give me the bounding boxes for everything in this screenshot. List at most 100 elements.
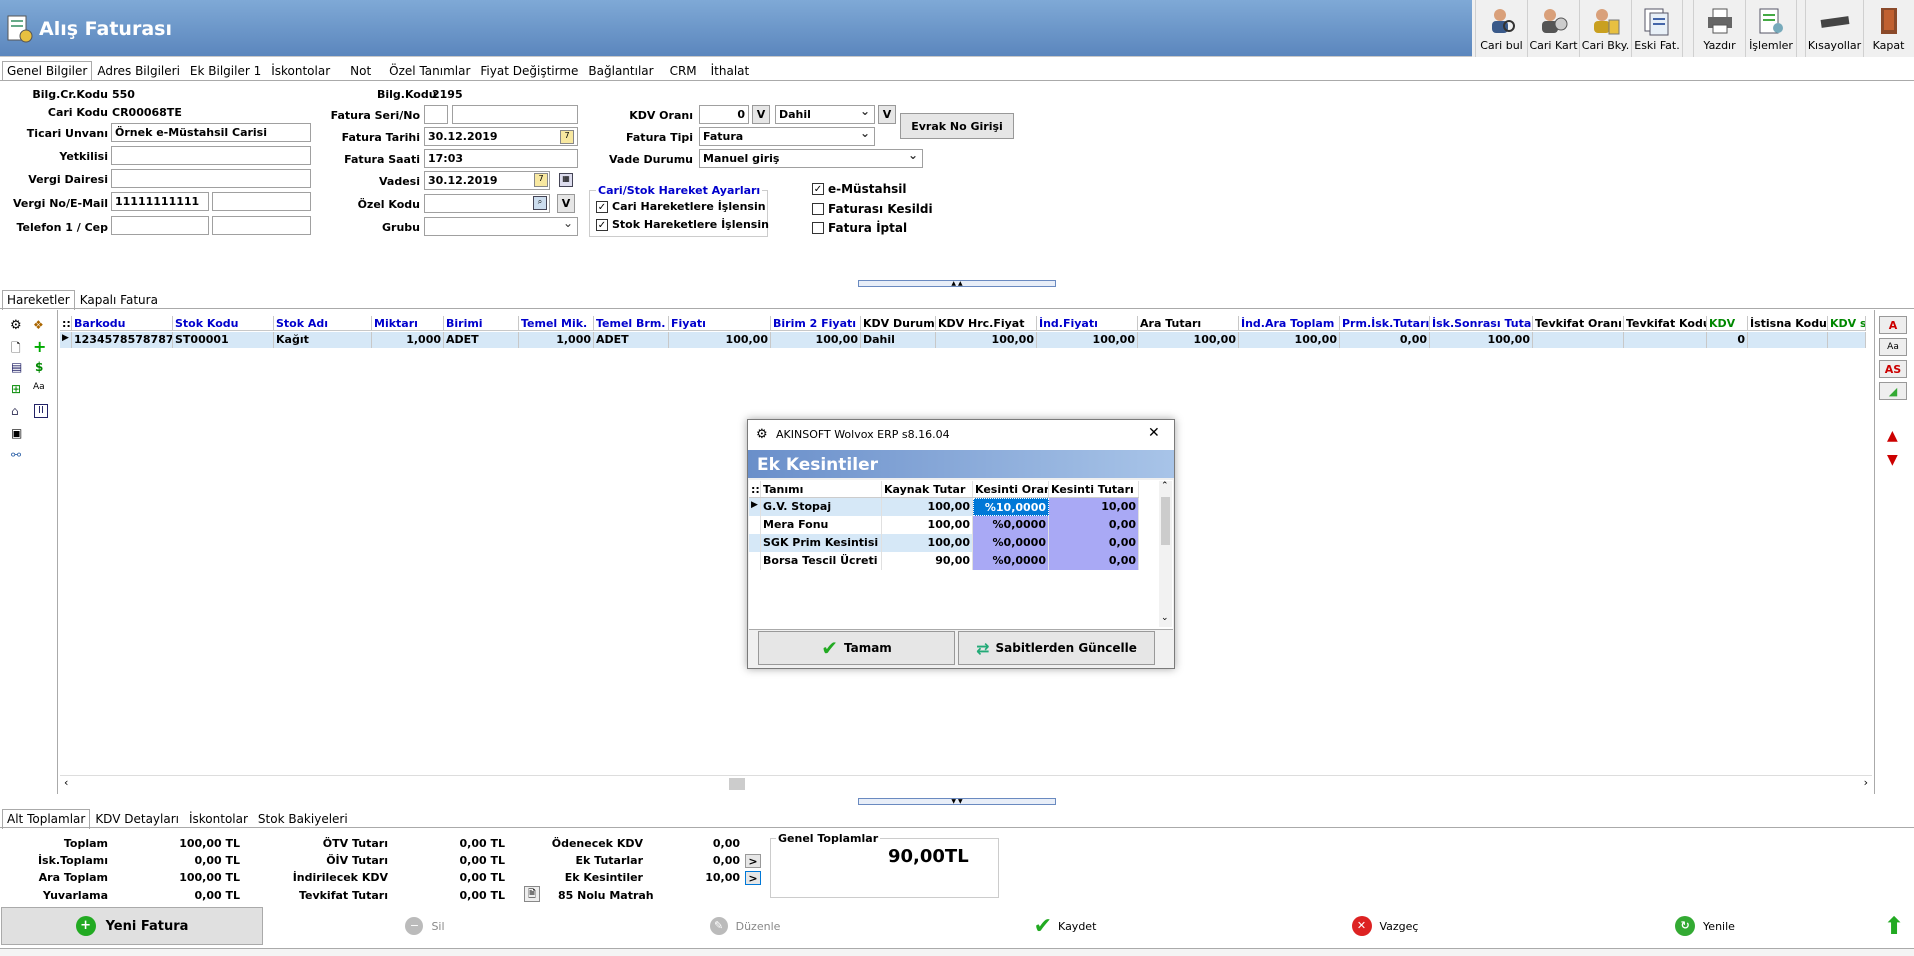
toolbar-cari-kart-button[interactable]: Cari Kart	[1527, 0, 1579, 57]
cell-ara-tutari[interactable]: 100,00	[1138, 332, 1239, 348]
col-kdv-siz[interactable]: KDV sız	[1828, 316, 1866, 331]
bank-icon[interactable]: ⌂	[11, 404, 25, 418]
tab-not[interactable]: Not	[345, 61, 376, 81]
email-input[interactable]	[212, 192, 311, 211]
tab-crm[interactable]: CRM	[665, 61, 702, 81]
cell-kesinti-orani[interactable]: %0,0000	[973, 516, 1049, 534]
network-icon[interactable]: ⚯	[11, 448, 25, 462]
vergi-no-input[interactable]: 11111111111	[111, 192, 209, 211]
cell-kdv-hrc-fiyat[interactable]: 100,00	[936, 332, 1037, 348]
table-row[interactable]: Mera Fonu 100,00 %0,0000 0,00	[749, 516, 1139, 534]
ek-tutarlar-button[interactable]: >	[745, 854, 761, 868]
col-isk-sonrasi-tutar[interactable]: İsk.Sonrası Tutar	[1430, 316, 1533, 331]
cell-kesinti-tutari[interactable]: 0,00	[1049, 516, 1139, 534]
cell-kaynak-tutar[interactable]: 100,00	[882, 498, 973, 516]
cell-kesinti-tutari[interactable]: 10,00	[1049, 498, 1139, 516]
table-row[interactable]: Borsa Tescil Ücreti 90,00 %0,0000 0,00	[749, 552, 1139, 570]
cell-barkodu[interactable]: 12345785787878	[72, 332, 173, 348]
cell-kesinti-orani[interactable]: %0,0000	[973, 552, 1049, 570]
dollar-icon[interactable]: $	[35, 360, 49, 374]
calc-doc-icon[interactable]: ▣	[11, 426, 25, 440]
yetkilisi-input[interactable]	[111, 146, 311, 165]
vade-calendar-icon[interactable]: 7	[534, 173, 548, 187]
dialog-close-icon[interactable]: ✕	[1148, 425, 1160, 441]
dialog-scroll-thumb[interactable]	[1161, 497, 1170, 545]
faturasi-kesildi-checkbox[interactable]: Faturası Kesildi	[812, 202, 933, 216]
kaydet-button[interactable]: ✔ Kaydet	[906, 907, 1224, 945]
tab-hareketler[interactable]: Hareketler	[2, 290, 75, 310]
cell-birimi[interactable]: ADET	[444, 332, 519, 348]
dialog-scroll-up-icon[interactable]: ⌃	[1161, 481, 1169, 491]
gear-icon[interactable]: ⚙	[10, 318, 24, 333]
col-kdv-durumu[interactable]: KDV Durumu	[861, 316, 936, 331]
dialog-col-kaynak-tutar[interactable]: Kaynak Tutar	[882, 481, 973, 497]
evrak-no-button[interactable]: Evrak No Girişi	[900, 113, 1014, 139]
ozel-kodu-v-button[interactable]: V	[557, 194, 575, 213]
stok-hareket-checkbox[interactable]: ✓ Stok Hareketlere İşlensin	[596, 218, 769, 231]
tab-adres-bilgileri[interactable]: Adres Bilgileri	[92, 61, 185, 81]
scroll-thumb[interactable]	[729, 778, 745, 790]
col-miktari[interactable]: Miktarı	[372, 316, 444, 331]
dialog-col-kesinti-tutari[interactable]: Kesinti Tutarı	[1049, 481, 1139, 497]
pause-icon[interactable]: II	[34, 404, 48, 418]
duzenle-button[interactable]: ✎ Düzenle	[586, 907, 904, 945]
cell-tanimi[interactable]: Mera Fonu	[761, 516, 882, 534]
ozel-kodu-input[interactable]	[424, 194, 550, 213]
fatura-iptal-checkbox[interactable]: Fatura İptal	[812, 221, 907, 235]
tab-alt-toplamlar[interactable]: Alt Toplamlar	[2, 809, 91, 829]
cell-tanimi[interactable]: SGK Prim Kesintisi	[761, 534, 882, 552]
doc-list-icon[interactable]: ▤	[11, 360, 25, 374]
dialog-col-kesinti-orani[interactable]: Kesinti Oranı	[973, 481, 1049, 497]
col-ind-fiyati[interactable]: İnd.Fiyatı	[1037, 316, 1138, 331]
cell-tevkifat-orani[interactable]	[1533, 332, 1624, 348]
cell-birim2-fiyati[interactable]: 100,00	[771, 332, 861, 348]
table-row[interactable]: ▶ 12345785787878 ST00001 Kağıt 1,000 ADE…	[60, 332, 1866, 348]
vade-durumu-select[interactable]: Manuel giriş	[699, 149, 923, 168]
cep-input[interactable]	[212, 216, 311, 235]
tab-ithalat[interactable]: İthalat	[706, 61, 755, 81]
cell-prm-isk-tutari[interactable]: 0,00	[1340, 332, 1430, 348]
toolbar-cari-bky-button[interactable]: Cari Bky.	[1579, 0, 1631, 57]
toolbar-islemler-button[interactable]: İşlemler	[1745, 0, 1797, 57]
font-size-button[interactable]: Aa	[1879, 338, 1907, 356]
tab-baglantilar[interactable]: Bağlantılar	[583, 61, 658, 81]
cell-kesinti-orani[interactable]: %0,0000	[973, 534, 1049, 552]
calendar-icon[interactable]: 7	[560, 130, 574, 144]
tab-iskontolar[interactable]: İskontolar	[266, 61, 335, 81]
fatura-no-input[interactable]	[452, 105, 578, 124]
dialog-scrollbar[interactable]: ⌃ ⌄	[1159, 481, 1172, 627]
col-temel-brm[interactable]: Temel Brm.	[594, 316, 669, 331]
scroll-left-icon[interactable]: ‹	[64, 776, 68, 789]
toolbar-eski-fat-button[interactable]: Eski Fat.	[1631, 0, 1683, 57]
col-kdv-hrc-fiyat[interactable]: KDV Hrc.Fiyat	[936, 316, 1037, 331]
cell-temel-brm[interactable]: ADET	[594, 332, 669, 348]
move-down-icon[interactable]: ▼	[1887, 452, 1901, 468]
yenile-button[interactable]: ↻ Yenile	[1546, 907, 1864, 945]
package-icon[interactable]: ❖	[33, 318, 47, 332]
fatura-seri-input[interactable]	[424, 105, 448, 124]
toolbar-yazdir-button[interactable]: Yazdır	[1693, 0, 1745, 57]
col-istisna-kodu[interactable]: İstisna Kodu	[1748, 316, 1828, 331]
cari-hareket-checkbox[interactable]: ✓ Cari Hareketlere İşlensin	[596, 200, 766, 213]
bottom-splitter-handle[interactable]: ▼ ▼	[858, 798, 1056, 805]
new-doc-icon[interactable]: 🗋	[11, 339, 25, 355]
cell-istisna-kodu[interactable]	[1748, 332, 1828, 348]
col-birim2-fiyati[interactable]: Birim 2 Fiyatı	[771, 316, 861, 331]
vergi-dairesi-input[interactable]	[111, 169, 311, 188]
col-kdv[interactable]: KDV	[1707, 316, 1748, 331]
e-mustahsil-checkbox[interactable]: ✓ e-Müstahsil	[812, 182, 907, 196]
dialog-col-tanimi[interactable]: Tanımı	[761, 481, 882, 497]
col-temel-mik[interactable]: Temel Mik.	[519, 316, 594, 331]
cell-tevkifat-kodu[interactable]	[1624, 332, 1707, 348]
fatura-tarihi-input[interactable]: 30.12.2019	[424, 127, 578, 146]
col-stok-kodu[interactable]: Stok Kodu	[173, 316, 274, 331]
vazgec-button[interactable]: ✕ Vazgeç	[1226, 907, 1544, 945]
col-ind-ara-toplam[interactable]: İnd.Ara Toplam	[1239, 316, 1340, 331]
tab-kdv-detaylari[interactable]: KDV Detayları	[90, 809, 184, 829]
col-stok-adi[interactable]: Stok Adı	[274, 316, 372, 331]
sil-button[interactable]: − Sil	[266, 907, 584, 945]
cell-miktari[interactable]: 1,000	[372, 332, 444, 348]
tab-ek-bilgiler-1[interactable]: Ek Bilgiler 1	[185, 61, 266, 81]
dialog-scroll-down-icon[interactable]: ⌄	[1161, 613, 1169, 623]
cell-ind-ara-toplam[interactable]: 100,00	[1239, 332, 1340, 348]
